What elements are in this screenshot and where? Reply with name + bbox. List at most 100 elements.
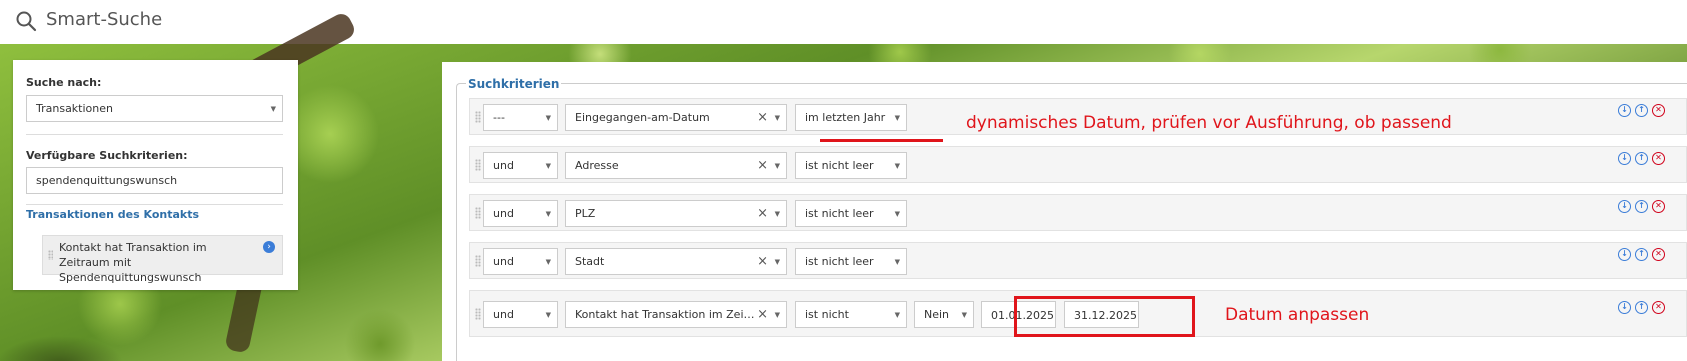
caret-down-icon: ▼ xyxy=(545,210,551,218)
move-up-icon[interactable]: ↑ xyxy=(1635,248,1648,261)
criteria-group-link[interactable]: Transaktionen des Kontakts xyxy=(26,208,199,221)
caret-down-icon: ▼ xyxy=(894,258,900,266)
criteria-filter-input[interactable]: spendenquittungswunsch xyxy=(26,167,283,194)
connector-select[interactable]: --- ▼ xyxy=(483,104,558,131)
connector-value: und xyxy=(493,159,514,172)
move-down-icon[interactable]: ↓ xyxy=(1618,152,1631,165)
drag-handle-icon[interactable] xyxy=(475,111,481,123)
connector-select[interactable]: und ▼ xyxy=(483,200,558,227)
value-value: Nein xyxy=(924,308,950,321)
delete-icon[interactable]: ✕ xyxy=(1652,248,1665,261)
operator-select[interactable]: ist nicht ▼ xyxy=(795,301,907,328)
criteria-field-select[interactable]: Eingegangen-am-Datum × ▼ xyxy=(565,104,787,131)
operator-value: ist nicht leer xyxy=(805,255,874,268)
criteria-field-value: Eingegangen-am-Datum xyxy=(575,111,710,124)
criteria-item-label: Kontakt hat Transaktion im Zeitraum mit … xyxy=(59,241,207,284)
operator-select[interactable]: im letzten Jahr ▼ xyxy=(795,104,907,131)
connector-select[interactable]: und ▼ xyxy=(483,248,558,275)
page-title: Smart-Suche xyxy=(46,9,163,30)
caret-down-icon: ▼ xyxy=(894,210,900,218)
drag-handle-icon[interactable] xyxy=(475,159,481,171)
move-down-icon[interactable]: ↓ xyxy=(1618,200,1631,213)
drag-handle-icon[interactable] xyxy=(48,250,53,260)
value-select[interactable]: Nein ▼ xyxy=(914,301,974,328)
row-actions: ↓ ↑ ✕ xyxy=(1618,248,1670,262)
available-criteria-label: Verfügbare Suchkriterien: xyxy=(26,149,188,162)
search-type-panel: Suche nach: Transaktionen ▼ Verfügbare S… xyxy=(13,60,298,290)
search-for-label: Suche nach: xyxy=(26,76,102,89)
criteria-row: und ▼ Adresse × ▼ ist nicht leer ▼ ↓ ↑ ✕ xyxy=(469,146,1687,183)
operator-value: ist nicht leer xyxy=(805,207,874,220)
search-for-value: Transaktionen xyxy=(36,102,113,115)
move-down-icon[interactable]: ↓ xyxy=(1618,104,1631,117)
caret-down-icon: ▼ xyxy=(961,311,967,319)
move-down-icon[interactable]: ↓ xyxy=(1618,301,1631,314)
delete-icon[interactable]: ✕ xyxy=(1652,152,1665,165)
caret-down-icon: ▼ xyxy=(894,311,900,319)
connector-select[interactable]: und ▼ xyxy=(483,152,558,179)
operator-value: ist nicht xyxy=(805,308,849,321)
criteria-field-select[interactable]: PLZ × ▼ xyxy=(565,200,787,227)
caret-down-icon: ▼ xyxy=(545,311,551,319)
operator-select[interactable]: ist nicht leer ▼ xyxy=(795,248,907,275)
delete-icon[interactable]: ✕ xyxy=(1652,104,1665,117)
clear-icon[interactable]: × xyxy=(757,254,768,269)
search-icon[interactable] xyxy=(15,10,37,32)
caret-down-icon: ▼ xyxy=(774,210,780,218)
move-up-icon[interactable]: ↑ xyxy=(1635,104,1648,117)
criteria-row: und ▼ Stadt × ▼ ist nicht leer ▼ ↓ ↑ ✕ xyxy=(469,242,1687,279)
top-bar: Smart-Suche xyxy=(0,0,1687,44)
annotation-adjust-date: Datum anpassen xyxy=(1225,305,1370,325)
caret-down-icon: ▼ xyxy=(545,114,551,122)
criteria-list-item[interactable]: Kontakt hat Transaktion im Zeitraum mit … xyxy=(42,235,283,284)
criteria-field-value: PLZ xyxy=(575,207,596,220)
operator-select[interactable]: ist nicht leer ▼ xyxy=(795,200,907,227)
row-actions: ↓ ↑ ✕ xyxy=(1618,301,1670,315)
annotation-highlight-box xyxy=(1014,296,1195,337)
operator-value: im letzten Jahr xyxy=(805,111,886,124)
criteria-field-select[interactable]: Stadt × ▼ xyxy=(565,248,787,275)
connector-select[interactable]: und ▼ xyxy=(483,301,558,328)
caret-down-icon: ▼ xyxy=(270,105,276,113)
drag-handle-icon[interactable] xyxy=(475,207,481,219)
row-actions: ↓ ↑ ✕ xyxy=(1618,104,1670,118)
drag-handle-icon[interactable] xyxy=(475,308,481,320)
criteria-field-value: Stadt xyxy=(575,255,605,268)
move-up-icon[interactable]: ↑ xyxy=(1635,200,1648,213)
annotation-dynamic-date: dynamisches Datum, prüfen vor Ausführung… xyxy=(966,113,1452,133)
criteria-field-select[interactable]: Kontakt hat Transaktion im Zeitraum ...×… xyxy=(565,301,787,328)
annotation-underline xyxy=(820,139,943,142)
clear-icon[interactable]: × xyxy=(757,158,768,173)
caret-down-icon: ▼ xyxy=(545,162,551,170)
caret-down-icon: ▼ xyxy=(774,311,780,319)
caret-down-icon: ▼ xyxy=(774,114,780,122)
row-actions: ↓ ↑ ✕ xyxy=(1618,152,1670,166)
clear-icon[interactable]: × xyxy=(757,206,768,221)
clear-icon[interactable]: × xyxy=(757,307,768,322)
row-actions: ↓ ↑ ✕ xyxy=(1618,200,1670,214)
caret-down-icon: ▼ xyxy=(774,162,780,170)
connector-value: --- xyxy=(493,111,505,124)
move-up-icon[interactable]: ↑ xyxy=(1635,152,1648,165)
criteria-field-value: Kontakt hat Transaktion im Zeitraum ... xyxy=(575,308,755,321)
clear-icon[interactable]: × xyxy=(757,110,768,125)
arrow-right-icon[interactable]: › xyxy=(263,241,275,253)
connector-value: und xyxy=(493,255,514,268)
caret-down-icon: ▼ xyxy=(774,258,780,266)
criteria-row: und ▼ PLZ × ▼ ist nicht leer ▼ ↓ ↑ ✕ xyxy=(469,194,1687,231)
move-down-icon[interactable]: ↓ xyxy=(1618,248,1631,261)
connector-value: und xyxy=(493,207,514,220)
caret-down-icon: ▼ xyxy=(545,258,551,266)
delete-icon[interactable]: ✕ xyxy=(1652,200,1665,213)
caret-down-icon: ▼ xyxy=(894,114,900,122)
delete-icon[interactable]: ✕ xyxy=(1652,301,1665,314)
operator-select[interactable]: ist nicht leer ▼ xyxy=(795,152,907,179)
criteria-legend: Suchkriterien xyxy=(466,77,562,91)
drag-handle-icon[interactable] xyxy=(475,255,481,267)
operator-value: ist nicht leer xyxy=(805,159,874,172)
divider xyxy=(26,134,283,135)
criteria-field-select[interactable]: Adresse × ▼ xyxy=(565,152,787,179)
search-for-select[interactable]: Transaktionen ▼ xyxy=(26,95,283,122)
move-up-icon[interactable]: ↑ xyxy=(1635,301,1648,314)
criteria-field-value: Adresse xyxy=(575,159,619,172)
